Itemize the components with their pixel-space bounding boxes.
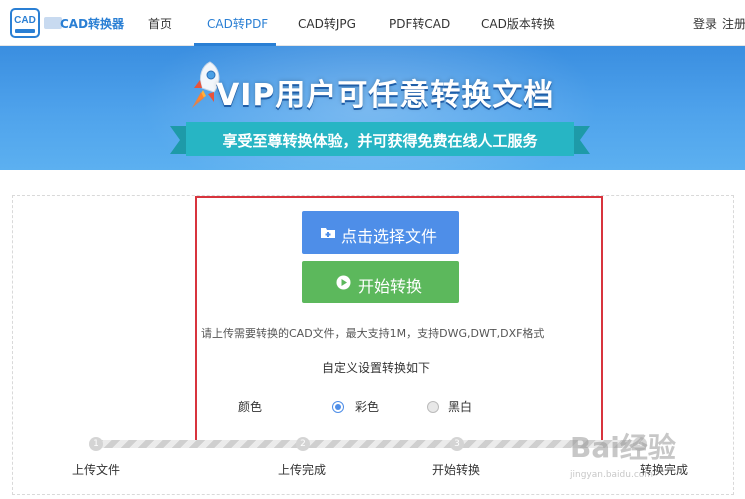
banner-subtitle: 享受至尊转换体验，并可获得免费在线人工服务 <box>222 132 538 150</box>
watermark-text: Bai经验 <box>570 431 676 464</box>
step-1-dot: 1 <box>89 437 103 451</box>
folder-plus-icon <box>321 228 335 238</box>
radio-color[interactable] <box>332 401 344 413</box>
app-logo-icon[interactable]: CAD <box>10 8 40 38</box>
logo-icon-bar <box>15 29 35 33</box>
step-1-label: 上传文件 <box>72 463 121 477</box>
select-file-button[interactable]: 点击选择文件 <box>302 211 459 254</box>
nav-item-home[interactable]: 首页 <box>148 15 172 32</box>
watermark-subtext: jingyan.baidu.com <box>569 470 653 480</box>
start-convert-label: 开始转换 <box>358 277 423 296</box>
play-circle-icon <box>336 275 351 290</box>
nav-item-pdf-to-cad[interactable]: PDF转CAD <box>389 15 450 32</box>
nav-item-cad-to-jpg[interactable]: CAD转JPG <box>298 15 356 32</box>
start-convert-button[interactable]: 开始转换 <box>302 261 459 303</box>
color-option-label: 颜色 <box>238 400 263 414</box>
settings-title: 自定义设置转换如下 <box>322 361 431 375</box>
app-name[interactable]: CAD转换器 <box>60 15 124 32</box>
step-3-label: 开始转换 <box>432 463 481 477</box>
upload-hint: 请上传需要转换的CAD文件，最大支持1M，支持DWG,DWT,DXF格式 <box>201 327 545 340</box>
step-2-label: 上传完成 <box>278 463 327 477</box>
logo-icon-text: CAD <box>14 15 36 26</box>
nav-item-cad-to-pdf[interactable]: CAD转PDF <box>207 15 268 32</box>
radio-black-white-label[interactable]: 黑白 <box>448 398 472 415</box>
step-2-dot: 2 <box>296 437 310 451</box>
vip-banner[interactable]: VIP用户可任意转换文档 享受至尊转换体验，并可获得免费在线人工服务 <box>0 46 745 170</box>
step-3-dot: 3 <box>450 437 464 451</box>
select-file-label: 点击选择文件 <box>341 227 438 246</box>
top-navigation-bar: CAD CAD转换器 首页 CAD转PDF CAD转JPG PDF转CAD CA… <box>0 0 745 46</box>
radio-black-white[interactable] <box>427 401 439 413</box>
login-link[interactable]: 登录 <box>693 15 717 32</box>
radio-color-label[interactable]: 彩色 <box>355 398 379 415</box>
banner-title: VIP用户可任意转换文档 <box>216 78 555 113</box>
nav-item-cad-version[interactable]: CAD版本转换 <box>481 15 555 32</box>
register-link[interactable]: 注册 <box>722 15 745 32</box>
progress-track <box>95 440 640 448</box>
baidu-jingyan-watermark: Bai经验 jingyan.baidu.com <box>569 431 676 480</box>
